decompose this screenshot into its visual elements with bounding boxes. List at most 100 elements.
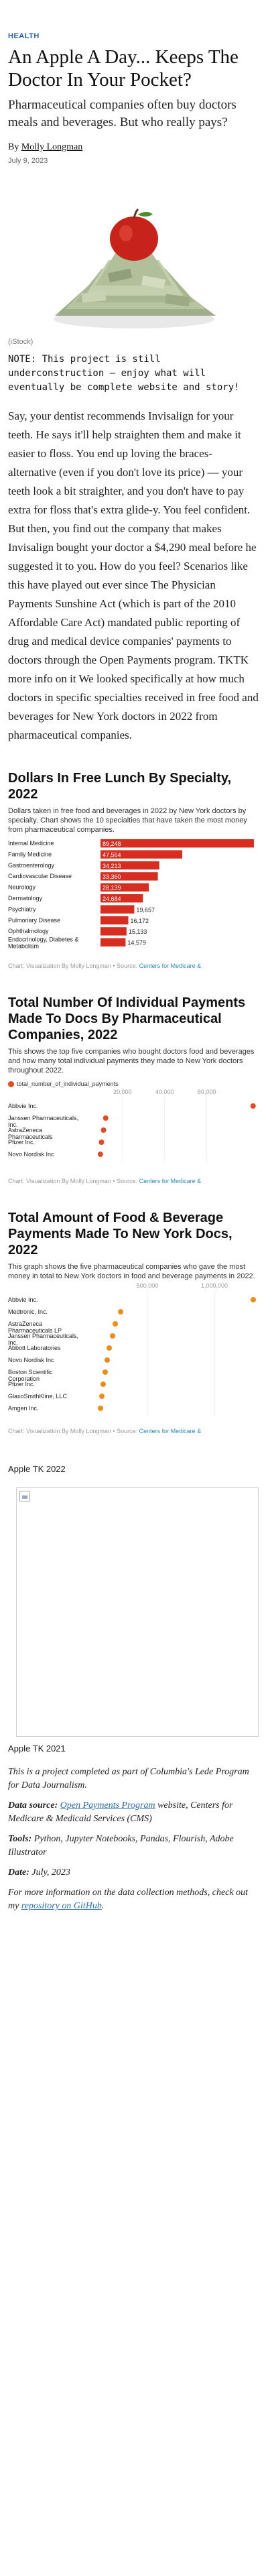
chart-title: Total Amount of Food & Beverage Payments…	[8, 1211, 232, 1258]
axis-tick-label: 40,000	[155, 1089, 174, 1095]
payments-dot-chart[interactable]: 20,000 40,000 60,000 Abbvie Inc. Janssen Pha…	[8, 1087, 260, 1168]
data-point[interactable]	[105, 1357, 110, 1363]
category-label: Janssen Pharmaceuticals, Inc.	[8, 1333, 78, 1346]
chart-description: Dollars taken in free food and beverages…	[8, 807, 247, 834]
specialty-bar-chart[interactable]: Internal Medicine 89,248 Family Medicine 47…	[8, 835, 260, 953]
more-info-end: .	[101, 1901, 105, 1911]
apple-on-money-illustration	[54, 208, 216, 328]
bar[interactable]	[100, 938, 126, 946]
legend-dot-icon	[8, 1081, 14, 1087]
article-body: Say, your dentist recommends Invisalign …	[8, 410, 259, 741]
chart-title: Total Number Of Individual Payments Made…	[8, 995, 246, 1042]
category-label: Endocrinology, Diabetes & Metabolism	[8, 936, 78, 950]
data-point[interactable]	[251, 1297, 256, 1302]
bar-value-label: 14,579	[127, 940, 146, 946]
data-point[interactable]	[103, 1369, 108, 1375]
bar[interactable]	[100, 839, 254, 848]
category-label: Pulmonary Disease	[8, 917, 60, 924]
section-kicker[interactable]: HEALTH	[8, 0, 260, 40]
open-payments-link[interactable]: Open Payments Program	[60, 1800, 155, 1811]
specialty-chart: Dollars In Free Lunch By Specialty, 2022…	[8, 770, 260, 969]
axis-tick-label: 60,000	[198, 1089, 216, 1095]
github-repo-link[interactable]: repository on GitHub	[21, 1901, 102, 1911]
tools-list: Python, Jupyter Notebooks, Pandas, Flour…	[8, 1834, 234, 1857]
category-label: Novo Nordisk Inc	[8, 1357, 54, 1363]
source-link[interactable]: Centers for Medicare &	[139, 1178, 202, 1184]
publish-date: July 9, 2023	[8, 157, 48, 165]
data-point[interactable]	[98, 1406, 103, 1411]
data-point[interactable]	[98, 1140, 105, 1145]
category-label: Gastroenterology	[8, 862, 55, 869]
chart-footer-prefix: Chart: Visualization By Molly Longman • …	[8, 963, 139, 969]
chart-title: Dollars In Free Lunch By Specialty, 2022	[8, 771, 232, 802]
tools-line: Tools: Python, Jupyter Notebooks, Pandas…	[8, 1833, 260, 1859]
bar-value-label: 15,133	[129, 928, 147, 935]
data-point[interactable]	[250, 1103, 256, 1109]
category-label: Cardiovascular Disease	[8, 873, 72, 879]
source-link[interactable]: Centers for Medicare &	[139, 1428, 202, 1434]
bar-value-label: 47,564	[103, 851, 121, 858]
bar[interactable]	[100, 916, 129, 925]
amount-chart: Total Amount of Food & Beverage Payments…	[8, 1210, 268, 1434]
category-label: Janssen Pharmaceuticals, Inc.	[8, 1115, 78, 1128]
tools-label: Tools:	[8, 1834, 32, 1844]
data-source-label: Data source:	[8, 1800, 58, 1811]
construction-note: NOTE: This project is still underconstru…	[8, 354, 240, 393]
data-point[interactable]	[100, 1127, 107, 1133]
bar-value-label: 16,172	[130, 918, 149, 924]
category-label: Internal Medicine	[8, 840, 54, 847]
chart-footer-prefix: Chart: Visualization By Molly Longman • …	[8, 1178, 139, 1184]
data-point[interactable]	[99, 1394, 105, 1399]
red-apple	[110, 208, 158, 261]
category-label: Abbvie Inc.	[8, 1296, 38, 1303]
data-point[interactable]	[97, 1152, 103, 1157]
image-credit: (iStock)	[8, 338, 34, 346]
data-point[interactable]	[103, 1115, 109, 1121]
bar-value-label: 28,139	[103, 885, 121, 892]
amount-dot-chart[interactable]: 500,0001,000,0001,500,000Abbvie Inc.Medt…	[8, 1281, 268, 1418]
byline-prefix: By	[8, 142, 19, 152]
more-info-line: For more information on the data collect…	[8, 1886, 260, 1913]
chart-footer: Chart: Visualization By Molly Longman • …	[8, 963, 260, 969]
footer-date: July, 2023	[31, 1867, 70, 1878]
category-label: Amgen Inc.	[8, 1405, 39, 1412]
axis-tick-label: 1,000,000	[201, 1282, 228, 1289]
money-pile	[55, 253, 216, 316]
date-line: Date: July, 2023	[8, 1866, 260, 1880]
axis-tick-label: 500,000	[137, 1282, 159, 1289]
axis-tick-label: 20,000	[113, 1089, 132, 1095]
data-point[interactable]	[113, 1321, 118, 1327]
chart-footer: Chart: Visualization By Molly Longman • …	[8, 1428, 260, 1434]
category-label: AstraZeneca Pharmaceuticals	[8, 1127, 53, 1140]
category-label: Abbvie Inc.	[8, 1103, 38, 1109]
article-dek: Pharmaceutical companies often buy docto…	[8, 98, 237, 129]
hero-image	[8, 185, 260, 332]
data-point[interactable]	[110, 1333, 115, 1339]
data-point[interactable]	[107, 1345, 112, 1351]
chart-description: This graph shows the five pharmaceutical…	[8, 1263, 255, 1280]
category-label: GlaxoSmithKline, LLC	[8, 1393, 68, 1400]
data-source-line: Data source: Open Payments Program websi…	[8, 1799, 260, 1826]
bar-value-label: 33,360	[103, 873, 121, 880]
bar-value-label: 89,248	[103, 841, 121, 847]
category-label: Dermatology	[8, 895, 43, 902]
chart-legend[interactable]: total_number_of_individual_payments	[8, 1081, 260, 1087]
apple-tk-2021-label: Apple TK 2021	[8, 1743, 66, 1754]
broken-image-icon	[19, 1491, 30, 1501]
date-label: Date:	[8, 1867, 29, 1878]
category-label: AstraZeneca Pharmaceuticals LP	[8, 1321, 62, 1334]
payments-chart: Total Number Of Individual Payments Made…	[8, 995, 260, 1184]
chart-description: This shows the top five companies who bo…	[8, 1048, 255, 1075]
source-link[interactable]: Centers for Medicare &	[139, 963, 202, 969]
bar[interactable]	[100, 905, 135, 914]
category-label: Psychiatry	[8, 906, 36, 912]
data-point[interactable]	[118, 1309, 123, 1314]
bar-value-label: 19,657	[136, 906, 155, 913]
article-headline: An Apple A Day... Keeps The Doctor In Yo…	[8, 46, 239, 90]
chart-footer-prefix: Chart: Visualization By Molly Longman • …	[8, 1428, 139, 1434]
category-label: Neurology	[8, 884, 36, 891]
author-link[interactable]: Molly Longman	[21, 142, 82, 152]
bar[interactable]	[100, 927, 127, 936]
byline: By Molly Longman	[8, 142, 260, 153]
data-point[interactable]	[100, 1382, 106, 1387]
